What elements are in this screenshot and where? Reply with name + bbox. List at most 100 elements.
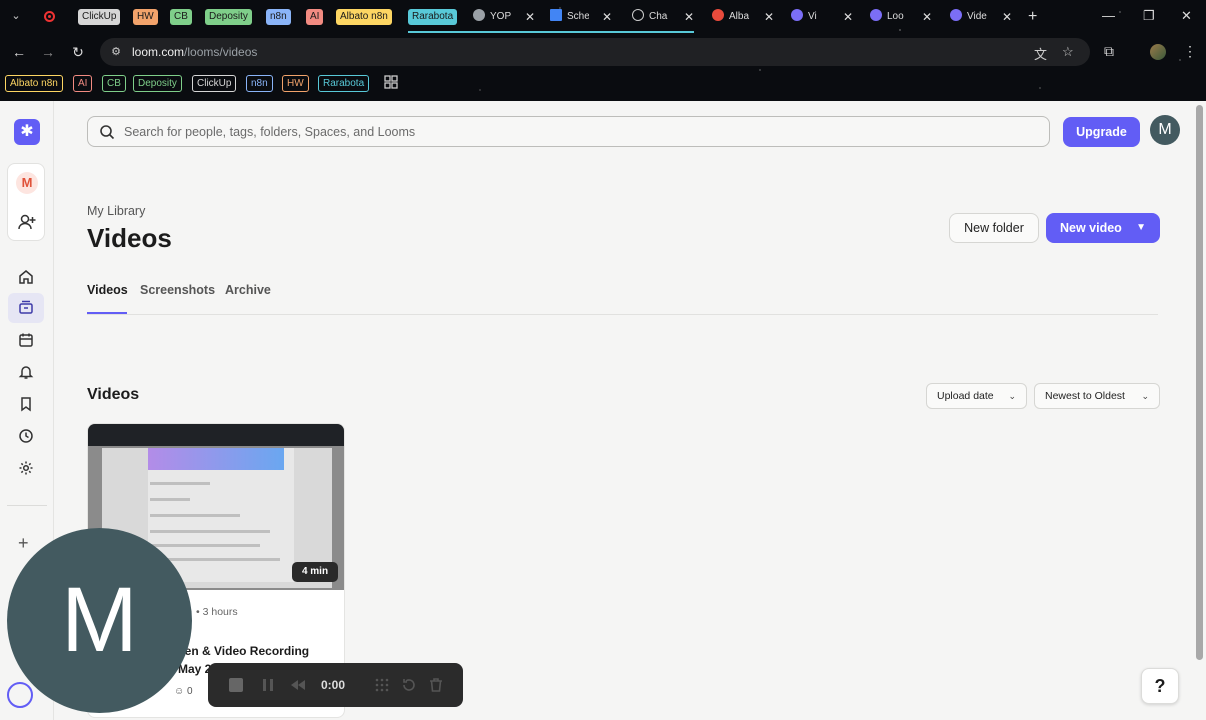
browser-tab[interactable]: YOP ✕ <box>473 6 535 28</box>
bookmark-star-icon[interactable]: ☆ <box>1062 44 1074 60</box>
tab-group-clickup[interactable]: ClickUp <box>78 9 121 25</box>
browser-chrome: ⌄ ClickUp HW CB Deposity n8n AI Albato n… <box>0 0 1206 101</box>
chevron-down-icon: ▼ <box>1136 222 1146 233</box>
sort-field-dropdown[interactable]: Upload date ⌄ <box>926 383 1027 409</box>
browser-menu-icon[interactable]: ⋮ <box>1183 43 1197 60</box>
apps-grid-icon[interactable] <box>384 75 398 89</box>
translate-icon[interactable]: 文 <box>1034 44 1047 63</box>
sidebar-item-history[interactable] <box>15 425 37 447</box>
reload-icon[interactable]: ↻ <box>68 42 88 62</box>
tab-screenshots[interactable]: Screenshots <box>140 283 215 297</box>
workspace-avatar[interactable]: M <box>16 172 38 194</box>
workspace-switcher: M <box>7 163 45 241</box>
stop-icon[interactable] <box>228 677 244 693</box>
tab-videos[interactable]: Videos <box>87 283 128 297</box>
pause-icon[interactable] <box>260 677 276 693</box>
extensions-puzzle-icon[interactable]: ⧉ <box>1104 43 1114 60</box>
upgrade-button[interactable]: Upgrade <box>1063 117 1140 147</box>
home-icon <box>19 270 33 284</box>
tab-group-cb[interactable]: CB <box>170 9 192 25</box>
section-title: Videos <box>87 386 140 403</box>
search-input[interactable] <box>124 122 1024 142</box>
close-icon[interactable]: ✕ <box>843 6 853 28</box>
sidebar-item-settings[interactable] <box>15 457 37 479</box>
browser-tab[interactable]: Loo ✕ <box>870 6 932 28</box>
tab-group-underline <box>408 31 694 33</box>
trash-icon[interactable] <box>428 677 444 693</box>
tab-group-deposity[interactable]: Deposity <box>205 9 252 25</box>
bookmark-folder-albato-n8n[interactable]: Albato n8n <box>5 75 63 92</box>
close-icon[interactable]: ✕ <box>684 6 694 28</box>
sidebar-item-home[interactable] <box>15 266 37 288</box>
tab-group-albato-n8n[interactable]: Albato n8n <box>336 9 392 25</box>
close-icon[interactable]: ✕ <box>602 6 612 28</box>
site-info-icon[interactable]: ⚙ <box>108 44 124 60</box>
video-meta: • 3 hours <box>196 606 238 618</box>
loom-page: ✱ M + Upgrade M <box>0 101 1206 720</box>
forward-icon[interactable]: → <box>38 42 58 62</box>
sidebar-item-meetings[interactable] <box>15 329 37 351</box>
library-tabs: Videos Screenshots Archive <box>87 281 1158 315</box>
chart-favicon-icon <box>550 9 562 21</box>
browser-toolbar: ← → ↻ ⚙ loom.com/looms/videos 文 ☆ ⧉ ⋮ <box>0 38 1206 68</box>
bookmark-folder-hw[interactable]: HW <box>282 75 309 92</box>
back-icon[interactable]: ← <box>9 42 29 62</box>
browser-tab[interactable]: Vi ✕ <box>791 6 853 28</box>
profile-avatar[interactable] <box>1150 44 1166 60</box>
page-scrollbar[interactable] <box>1196 105 1203 660</box>
breadcrumb[interactable]: My Library <box>87 204 145 218</box>
tab-archive[interactable]: Archive <box>225 283 271 297</box>
address-bar[interactable]: ⚙ loom.com/looms/videos 文 ☆ <box>100 38 1090 66</box>
recorder-controls: 0:00 <box>208 663 463 707</box>
invite-user-icon[interactable] <box>17 212 37 232</box>
close-icon[interactable]: ✕ <box>525 6 535 28</box>
minimize-icon[interactable]: — <box>1102 8 1115 23</box>
user-avatar[interactable]: M <box>1150 115 1180 145</box>
blur-grid-icon[interactable] <box>374 677 390 693</box>
browser-tab[interactable]: Cha ✕ <box>632 6 694 28</box>
new-tab-plus-icon[interactable]: + <box>1028 8 1037 26</box>
tab-group-n8n[interactable]: n8n <box>266 9 291 25</box>
add-space-plus-icon[interactable]: + <box>18 533 29 554</box>
bookmark-folder-n8n[interactable]: n8n <box>246 75 273 92</box>
restore-icon[interactable]: ❐ <box>1143 8 1155 24</box>
checklist-icon[interactable] <box>7 682 33 708</box>
library-icon <box>19 300 33 314</box>
sidebar-item-bookmarks[interactable] <box>15 393 37 415</box>
chevron-down-icon: ⌄ <box>1141 391 1149 401</box>
recording-timer: 0:00 <box>321 678 346 692</box>
search-icon <box>100 125 115 140</box>
sort-order-dropdown[interactable]: Newest to Oldest ⌄ <box>1034 383 1160 409</box>
browser-tab[interactable]: Alba ✕ <box>712 6 774 28</box>
recording-indicator-icon <box>44 11 55 22</box>
sidebar-divider <box>7 505 47 506</box>
bookmark-folder-cb[interactable]: CB <box>102 75 126 92</box>
new-folder-button[interactable]: New folder <box>949 213 1039 243</box>
sidebar-item-library[interactable] <box>8 293 44 323</box>
comment-count: ☺ 0 <box>174 686 193 697</box>
bookmark-folder-deposity[interactable]: Deposity <box>133 75 182 92</box>
rewind-icon[interactable] <box>290 677 306 693</box>
close-icon[interactable]: ✕ <box>764 6 774 28</box>
browser-tab[interactable]: Sche ✕ <box>550 6 612 28</box>
window-close-icon[interactable]: ✕ <box>1181 8 1192 24</box>
close-icon[interactable]: ✕ <box>1002 6 1012 28</box>
bookmark-folder-rarabota[interactable]: Rarabota <box>318 75 370 92</box>
tab-group-hw[interactable]: HW <box>133 9 158 25</box>
tab-search-chevron-icon[interactable]: ⌄ <box>8 8 24 24</box>
restart-icon[interactable] <box>401 677 417 693</box>
search-bar[interactable] <box>87 116 1050 147</box>
help-button[interactable]: ? <box>1141 668 1179 704</box>
browser-tab-active[interactable]: Vide ✕ <box>950 6 1012 28</box>
tab-group-ai[interactable]: AI <box>306 9 324 25</box>
bookmark-folder-clickup[interactable]: ClickUp <box>192 75 237 92</box>
close-icon[interactable]: ✕ <box>922 6 932 28</box>
tab-group-rarabota[interactable]: Rarabota <box>408 9 458 25</box>
new-video-button[interactable]: New video ▼ <box>1046 213 1160 243</box>
sidebar-item-notifications[interactable] <box>15 361 37 383</box>
bookmark-folder-ai[interactable]: AI <box>73 75 93 92</box>
url-text[interactable]: loom.com/looms/videos <box>132 45 257 59</box>
loom-logo-icon[interactable]: ✱ <box>14 119 40 145</box>
camera-bubble-avatar[interactable]: M <box>7 528 192 713</box>
active-tab-indicator <box>87 312 127 314</box>
